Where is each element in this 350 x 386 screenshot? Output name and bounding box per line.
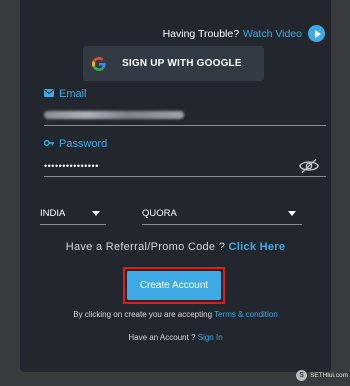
trouble-text: Having Trouble? [162, 27, 240, 40]
source-select-value: QUORA [142, 208, 177, 219]
create-account-button[interactable]: Create Account [127, 271, 221, 300]
country-select[interactable]: INDIA [40, 203, 106, 225]
watermark: S SETHlui.com [296, 370, 348, 381]
signin-link[interactable]: Sign In [198, 333, 223, 342]
email-label: Email [44, 88, 87, 100]
google-button-label: SIGN UP WITH GOOGLE [122, 58, 242, 69]
password-label: Password [44, 138, 107, 150]
password-value: ••••••••••••••• [44, 160, 99, 171]
referral-click-here-link[interactable]: Click Here [228, 241, 285, 253]
eye-slash-icon[interactable] [298, 158, 320, 174]
google-signup-button[interactable]: SIGN UP WITH GOOGLE [83, 46, 264, 81]
referral-prompt: Have a Referral/Promo Code ? [65, 241, 226, 253]
watermark-logo-icon: S [296, 370, 308, 381]
chevron-down-icon [288, 211, 296, 216]
signin-row: Have an Account ? Sign In [20, 333, 331, 342]
watermark-text: SETHlui.com [310, 372, 348, 379]
terms-link[interactable]: Terms & condition [214, 310, 278, 319]
terms-prefix: By clicking on create you are accepting [73, 310, 213, 319]
envelope-icon [44, 89, 54, 99]
blurred-email-value [44, 110, 184, 119]
key-icon [44, 139, 54, 149]
email-label-text: Email [59, 88, 87, 100]
watch-video-link[interactable]: Watch Video [243, 28, 302, 40]
password-field[interactable]: ••••••••••••••• [44, 155, 326, 177]
source-select[interactable]: QUORA [142, 203, 302, 225]
google-icon [92, 56, 106, 71]
country-select-value: INDIA [40, 208, 66, 219]
signin-prefix: Have an Account ? [128, 333, 196, 342]
chevron-down-icon [92, 211, 100, 216]
help-row: Having Trouble? Watch Video [163, 25, 325, 42]
password-label-text: Password [59, 138, 108, 150]
terms-row: By clicking on create you are accepting … [20, 310, 331, 319]
referral-row: Have a Referral/Promo Code ? Click Here [20, 241, 331, 253]
create-account-highlight: Create Account [123, 267, 225, 304]
email-field[interactable] [44, 104, 326, 126]
signup-panel: Having Trouble? Watch Video SIGN UP WITH… [20, 0, 331, 372]
play-icon[interactable] [308, 25, 325, 42]
